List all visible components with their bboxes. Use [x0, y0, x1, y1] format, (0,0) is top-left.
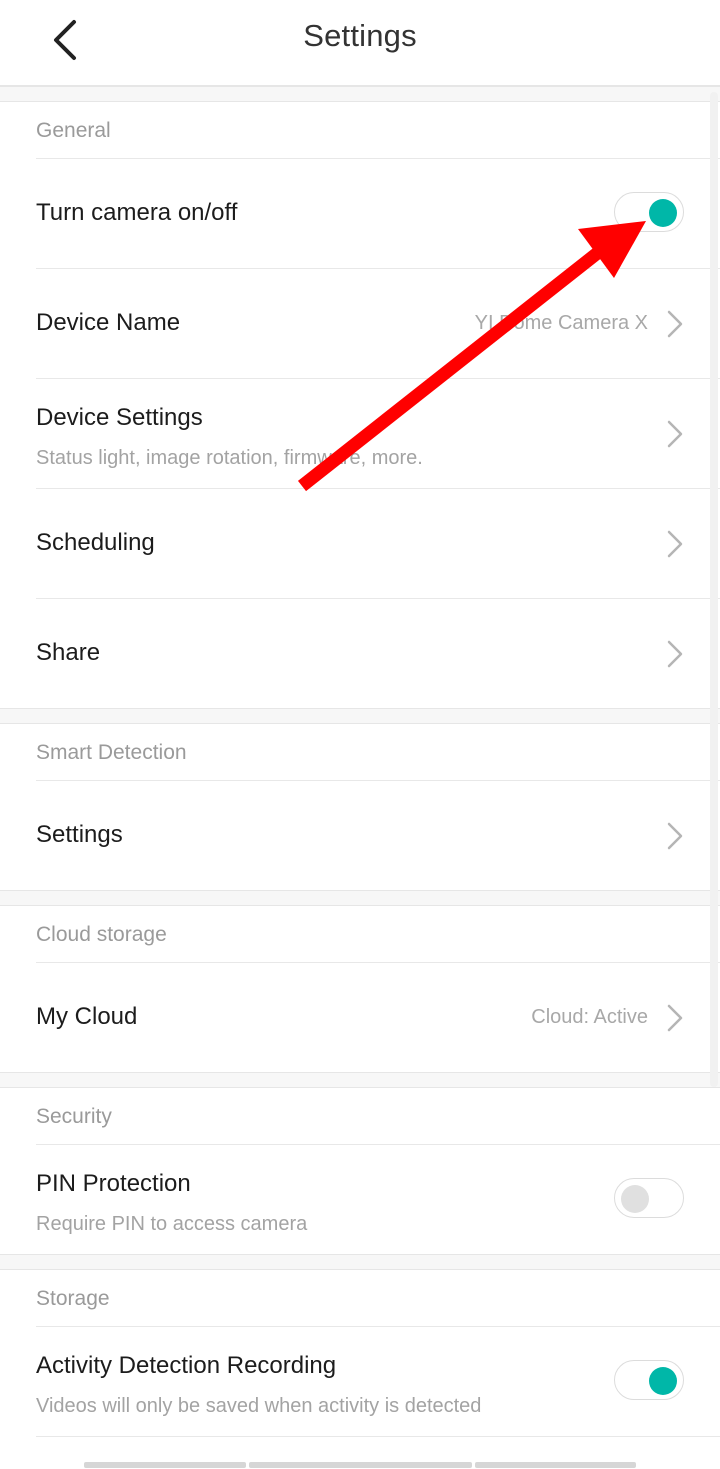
device-name-value: YI Dome Camera X [474, 312, 648, 334]
chevron-right-icon [667, 822, 683, 850]
toggle-knob [649, 199, 677, 227]
row-title: Scheduling [36, 529, 155, 556]
page-title: Settings [303, 18, 417, 53]
row-title: Share [36, 639, 101, 666]
pin-protection-toggle[interactable] [614, 1178, 684, 1218]
tab-indicator-segment [475, 1462, 636, 1468]
tab-indicator-segment [249, 1462, 472, 1468]
tab-indicator-segment [84, 1462, 246, 1468]
row-subtitle: Status light, image rotation, firmware, … [36, 447, 423, 469]
section-spacer [0, 890, 720, 906]
activity-recording-row: Activity Detection Recording Videos will… [0, 1327, 720, 1437]
bottom-tab-indicator [84, 1462, 636, 1468]
turn-camera-row: Turn camera on/off [0, 159, 720, 269]
section-header-general: General [0, 103, 720, 159]
row-title: Device Settings [36, 404, 203, 431]
camera-power-toggle[interactable] [614, 192, 684, 232]
top-bar: Settings [0, 0, 720, 86]
row-title: Device Name [36, 309, 181, 336]
section-header-security: Security [0, 1089, 720, 1145]
row-subtitle: Require PIN to access camera [36, 1213, 308, 1235]
section-spacer [0, 1072, 720, 1088]
chevron-right-icon [667, 1004, 683, 1032]
toggle-knob [649, 1367, 677, 1395]
toggle-knob [621, 1185, 649, 1213]
smart-detection-settings-row[interactable]: Settings [0, 781, 720, 891]
my-cloud-row[interactable]: My Cloud Cloud: Active [0, 963, 720, 1073]
scrollbar[interactable] [710, 92, 718, 1087]
section-header-smart-detection: Smart Detection [0, 725, 720, 781]
chevron-right-icon [667, 530, 683, 558]
scheduling-row[interactable]: Scheduling [0, 489, 720, 599]
device-settings-row[interactable]: Device Settings Status light, image rota… [0, 379, 720, 489]
row-title: Turn camera on/off [36, 199, 238, 226]
cloud-status-value: Cloud: Active [531, 1006, 648, 1028]
section-header-cloud-storage: Cloud storage [0, 907, 720, 963]
share-row[interactable]: Share [0, 599, 720, 709]
chevron-right-icon [667, 420, 683, 448]
row-title: PIN Protection [36, 1170, 191, 1197]
pin-protection-row: PIN Protection Require PIN to access cam… [0, 1145, 720, 1255]
settings-screen: Settings General Turn camera on/off Devi… [0, 0, 720, 1469]
row-subtitle: Videos will only be saved when activity … [36, 1395, 482, 1417]
section-header-storage: Storage [0, 1271, 720, 1327]
chevron-right-icon [667, 310, 683, 338]
activity-recording-toggle[interactable] [614, 1360, 684, 1400]
row-title: Settings [36, 821, 123, 848]
device-name-row[interactable]: Device Name YI Dome Camera X [0, 269, 720, 379]
row-title: My Cloud [36, 1003, 138, 1030]
chevron-right-icon [667, 640, 683, 668]
section-spacer [0, 708, 720, 724]
section-spacer [0, 1254, 720, 1270]
section-spacer [0, 86, 720, 102]
row-title: Activity Detection Recording [36, 1352, 337, 1379]
